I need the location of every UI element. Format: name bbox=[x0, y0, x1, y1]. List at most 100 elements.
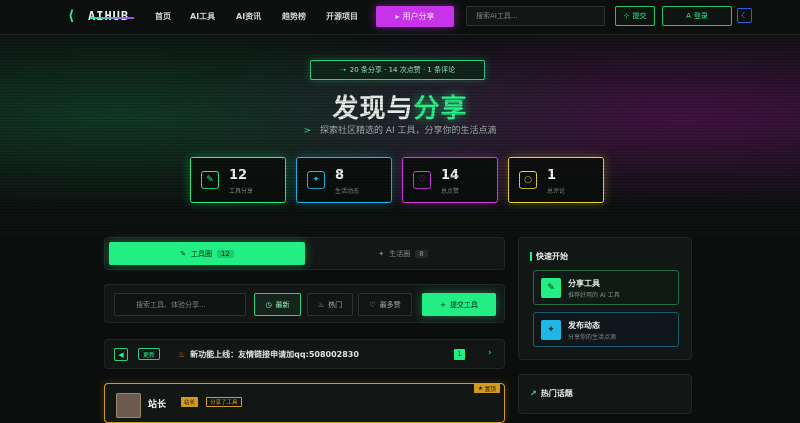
sort-hot-button[interactable]: ♨ 热门 bbox=[307, 293, 353, 316]
shared-tool-label: 分享了工具 bbox=[210, 400, 238, 406]
tab-label: 工具圈 bbox=[190, 249, 212, 258]
nav-link-home[interactable]: 首页 bbox=[155, 11, 171, 22]
flame-icon: ♨ bbox=[317, 300, 325, 309]
sort-latest-button[interactable]: ◷ 最新 bbox=[254, 293, 301, 316]
subtitle-text: 探索社区精选的 AI 工具，分享你的生活点滴 bbox=[319, 126, 497, 136]
logo[interactable]: ⟨ AIHUB bbox=[68, 8, 129, 24]
share-tool-subtitle: 推荐好用的 AI 工具 bbox=[568, 292, 620, 299]
sparkle-icon: ✦ bbox=[541, 320, 561, 340]
theme-toggle-button[interactable]: ☾ bbox=[737, 8, 752, 23]
nav-search-input[interactable]: 搜索AI工具... bbox=[466, 6, 605, 26]
tab-tools-circle[interactable]: ✎ 工具圈 12 bbox=[109, 242, 305, 265]
user-share-label: 用户分享 bbox=[402, 12, 435, 21]
stat-card-tools: ✎ 12 工具分享 bbox=[190, 157, 286, 203]
stat-value: 8 bbox=[335, 168, 345, 183]
hot-topics-title: ↗ 热门话题 bbox=[530, 388, 573, 399]
post-author[interactable]: 站长 bbox=[148, 397, 166, 410]
nav-link-open-source[interactable]: 开源项目 bbox=[326, 11, 358, 22]
trending-icon: ↗ bbox=[530, 389, 537, 398]
tab-life-circle[interactable]: ✦ 生活圈 8 bbox=[305, 242, 501, 265]
login-label: 登录 bbox=[693, 12, 708, 20]
announcement-text[interactable]: ♨ 新功能上线：友情链接申请加qq:508002830 bbox=[178, 349, 359, 360]
sort-most-liked-button[interactable]: ♡ 最多赞 bbox=[358, 293, 412, 316]
nav-link-ai-tools[interactable]: AI工具 bbox=[190, 11, 215, 22]
stat-value: 14 bbox=[441, 168, 460, 183]
admin-badge-label: 站长 bbox=[184, 400, 196, 406]
stat-card-likes: ♡ 14 总点赞 bbox=[402, 157, 498, 203]
user-icon: A bbox=[686, 12, 691, 20]
comment-icon: ○ bbox=[519, 171, 537, 189]
share-icon: ▸ bbox=[395, 12, 400, 21]
submit-icon: ⊹ bbox=[623, 12, 630, 20]
sparkle-icon: ✦ bbox=[307, 171, 325, 189]
announcement-bar: ◀ 更新 ♨ 新功能上线：友情链接申请加qq:508002830 1 › bbox=[104, 339, 505, 369]
sort-latest-label: 最新 bbox=[275, 300, 290, 309]
shared-tool-badge: 分享了工具 bbox=[206, 397, 242, 407]
heart-icon: ♡ bbox=[413, 171, 431, 189]
stat-card-life: ✦ 8 生活动态 bbox=[296, 157, 392, 203]
wrench-icon: ✎ bbox=[201, 171, 219, 189]
title-main: 发现与 bbox=[332, 94, 414, 124]
tab-label: 生活圈 bbox=[389, 249, 411, 258]
user-share-button[interactable]: ▸ 用户分享 bbox=[376, 6, 454, 27]
moon-icon: ☾ bbox=[740, 11, 749, 20]
sparkle-icon: ✦ bbox=[378, 249, 385, 258]
fire-icon: ♨ bbox=[178, 350, 186, 359]
pinned-post-card[interactable]: 站长 站长 分享了工具 ★ 置顶 bbox=[104, 383, 505, 423]
clock-icon: ◷ bbox=[265, 300, 272, 309]
stat-value: 1 bbox=[547, 168, 557, 183]
nav-search-placeholder: 搜索AI工具... bbox=[476, 12, 518, 20]
wrench-icon: ✎ bbox=[180, 249, 186, 258]
filter-bar: 搜索工具、体验分享... ◷ 最新 ♨ 热门 ♡ 最多赞 + 提交工具 bbox=[104, 284, 505, 323]
tab-count: 8 bbox=[415, 249, 428, 258]
nav-link-trending[interactable]: 趋势榜 bbox=[282, 11, 306, 22]
share-tool-action[interactable]: ✎ 分享工具 推荐好用的 AI 工具 bbox=[533, 270, 679, 305]
post-update-title: 发布动态 bbox=[568, 321, 600, 330]
chart-icon: ⇢ bbox=[339, 66, 346, 74]
announcement-page-indicator: 1 bbox=[454, 349, 465, 360]
top-nav: ⟨ AIHUB 首页 AI工具 AI资讯 趋势榜 开源项目 ▸ 用户分享 搜索A… bbox=[0, 0, 800, 35]
tab-count: 12 bbox=[216, 249, 234, 258]
title-accent: 分享 bbox=[413, 94, 468, 124]
star-icon: ★ bbox=[478, 385, 483, 392]
plus-icon: + bbox=[440, 300, 446, 309]
quick-start-label: 快速开始 bbox=[536, 252, 568, 261]
stat-label: 工具分享 bbox=[229, 188, 254, 195]
hot-topics-card: ↗ 热门话题 bbox=[518, 374, 692, 414]
post-update-subtitle: 分享你的生活点滴 bbox=[568, 334, 617, 341]
pinned-badge: ★ 置顶 bbox=[474, 384, 500, 393]
post-search-input[interactable]: 搜索工具、体验分享... bbox=[114, 293, 246, 316]
sort-most-liked-label: 最多赞 bbox=[379, 300, 401, 309]
logo-text: AIHUB bbox=[88, 9, 130, 23]
hot-topics-label: 热门话题 bbox=[540, 389, 573, 398]
page-title: 发现与分享 bbox=[0, 88, 800, 125]
avatar[interactable] bbox=[116, 393, 141, 418]
megaphone-icon: ◀ bbox=[114, 348, 128, 361]
update-tag: 更新 bbox=[138, 348, 161, 360]
page-subtitle: > 探索社区精选的 AI 工具，分享你的生活点滴 bbox=[0, 123, 800, 136]
quick-start-card: 快速开始 ✎ 分享工具 推荐好用的 AI 工具 ✦ 发布动态 分享你的生活点滴 bbox=[518, 237, 692, 360]
circle-tabs: ✎ 工具圈 12 ✦ 生活圈 8 bbox=[104, 237, 505, 270]
submit-tool-label: 提交工具 bbox=[449, 300, 478, 309]
share-tool-title: 分享工具 bbox=[568, 279, 600, 288]
login-button[interactable]: A 登录 bbox=[662, 6, 732, 26]
submit-label: 提交 bbox=[632, 12, 647, 20]
stat-label: 总点赞 bbox=[441, 188, 460, 195]
logo-icon: ⟨ bbox=[68, 8, 75, 24]
post-update-action[interactable]: ✦ 发布动态 分享你的生活点滴 bbox=[533, 312, 679, 347]
prompt-icon: > bbox=[303, 126, 312, 136]
admin-badge: 站长 bbox=[181, 397, 199, 407]
stat-card-comments: ○ 1 总评论 bbox=[508, 157, 604, 203]
chevron-right-icon[interactable]: › bbox=[488, 348, 492, 358]
quick-start-title: 快速开始 bbox=[530, 251, 568, 262]
submit-button[interactable]: ⊹ 提交 bbox=[615, 6, 655, 26]
announcement-content: 新功能上线：友情链接申请加qq:508002830 bbox=[190, 350, 359, 359]
wrench-icon: ✎ bbox=[541, 278, 561, 298]
hero-section: ⇢ 20 条分享 · 14 次点赞 · 1 条评论 发现与分享 > 探索社区精选… bbox=[0, 35, 800, 237]
stat-label: 总评论 bbox=[547, 188, 566, 195]
stats-summary-text: 20 条分享 · 14 次点赞 · 1 条评论 bbox=[349, 66, 456, 74]
post-search-placeholder: 搜索工具、体验分享... bbox=[136, 300, 206, 309]
nav-link-ai-news[interactable]: AI资讯 bbox=[236, 11, 261, 22]
submit-tool-button[interactable]: + 提交工具 bbox=[422, 293, 496, 316]
logo-underline bbox=[90, 17, 134, 19]
